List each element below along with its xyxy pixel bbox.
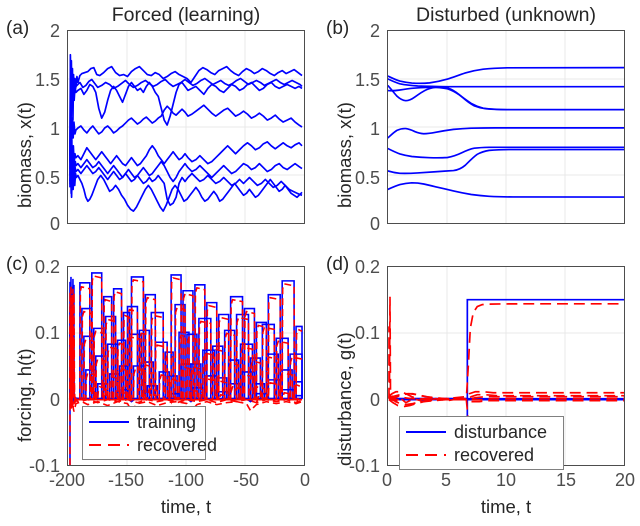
panel-d-legend-row-recovered: recovered	[405, 443, 557, 466]
panel-b-ylabel: biomass, x(t)	[334, 102, 355, 208]
panel-a-ytick-1p5: 1.5	[34, 70, 60, 90]
panel-a-ytick-2: 2	[49, 21, 60, 41]
panel-c-xtick-neg200: -200	[48, 470, 86, 490]
panel-d-legend: disturbance recovered	[399, 416, 564, 470]
panel-a-ytick-0p5: 0.5	[34, 168, 60, 188]
panel-d-xtick-0: 0	[381, 470, 392, 490]
panel-a-ytick-0: 0	[49, 214, 60, 234]
panel-c-xtick-neg50: -50	[232, 470, 259, 490]
panel-d-legend-label-recovered: recovered	[454, 444, 535, 465]
panel-c-ytick-0: 0	[49, 390, 60, 410]
panel-c-legend-label-recovered: recovered	[137, 434, 218, 455]
panel-a-ytick-1: 1	[49, 119, 60, 139]
panel-a-svg	[68, 31, 304, 223]
panel-d-xtick-5: 5	[440, 470, 451, 490]
panel-c-ytick-0p2: 0.2	[34, 257, 60, 277]
panel-c-xtick-neg150: -150	[107, 470, 145, 490]
disturbance-line-swatch	[405, 425, 447, 439]
panel-a-title: Forced (learning)	[111, 4, 261, 26]
panel-a-plot-area	[67, 30, 305, 224]
panel-b-ytick-0p5: 0.5	[354, 168, 380, 188]
panel-b-gridlines	[388, 31, 624, 223]
panel-b-svg	[388, 31, 624, 223]
panel-b-ytick-1: 1	[369, 119, 380, 139]
panel-b-title: Disturbed (unknown)	[416, 4, 596, 26]
recovered-line-swatch	[88, 438, 130, 452]
panel-d-legend-label-disturbance: disturbance	[454, 421, 548, 442]
panel-d-legend-row-disturbance: disturbance	[405, 420, 557, 443]
panel-b-plot-area	[387, 30, 625, 224]
panel-d-ytick-0p2: 0.2	[354, 257, 380, 277]
panel-a-gridlines	[68, 31, 304, 223]
recovered-line-swatch-d	[405, 448, 447, 462]
panel-d-ytick-0p1: 0.1	[354, 323, 380, 343]
panel-d-xtick-20: 20	[614, 470, 636, 490]
figure-root: (a) Forced (learning) biomass, x(t) 2 1.…	[0, 0, 640, 526]
panel-b-ytick-0: 0	[369, 214, 380, 234]
panel-d-xlabel: time, t	[480, 496, 532, 517]
panel-c-xlabel: time, t	[160, 496, 212, 517]
training-line-swatch	[88, 415, 130, 429]
panel-c-legend-row-training: training	[88, 410, 199, 433]
panel-c-legend-row-recovered: recovered	[88, 433, 217, 456]
panel-c-xtick-neg100: -100	[167, 470, 205, 490]
panel-c-ytick-0p1: 0.1	[34, 323, 60, 343]
panel-d-xtick-10: 10	[495, 470, 517, 490]
panel-c-legend: training recovered	[82, 406, 217, 460]
panel-d-xtick-15: 15	[555, 470, 577, 490]
panel-b-ytick-1p5: 1.5	[354, 70, 380, 90]
panel-c-legend-label-training: training	[137, 411, 197, 432]
panel-d-ytick-0: 0	[369, 390, 380, 410]
panel-a-ylabel: biomass, x(t)	[14, 102, 35, 208]
panel-c-xtick-0: 0	[299, 470, 310, 490]
panel-b-ytick-2: 2	[369, 21, 380, 41]
